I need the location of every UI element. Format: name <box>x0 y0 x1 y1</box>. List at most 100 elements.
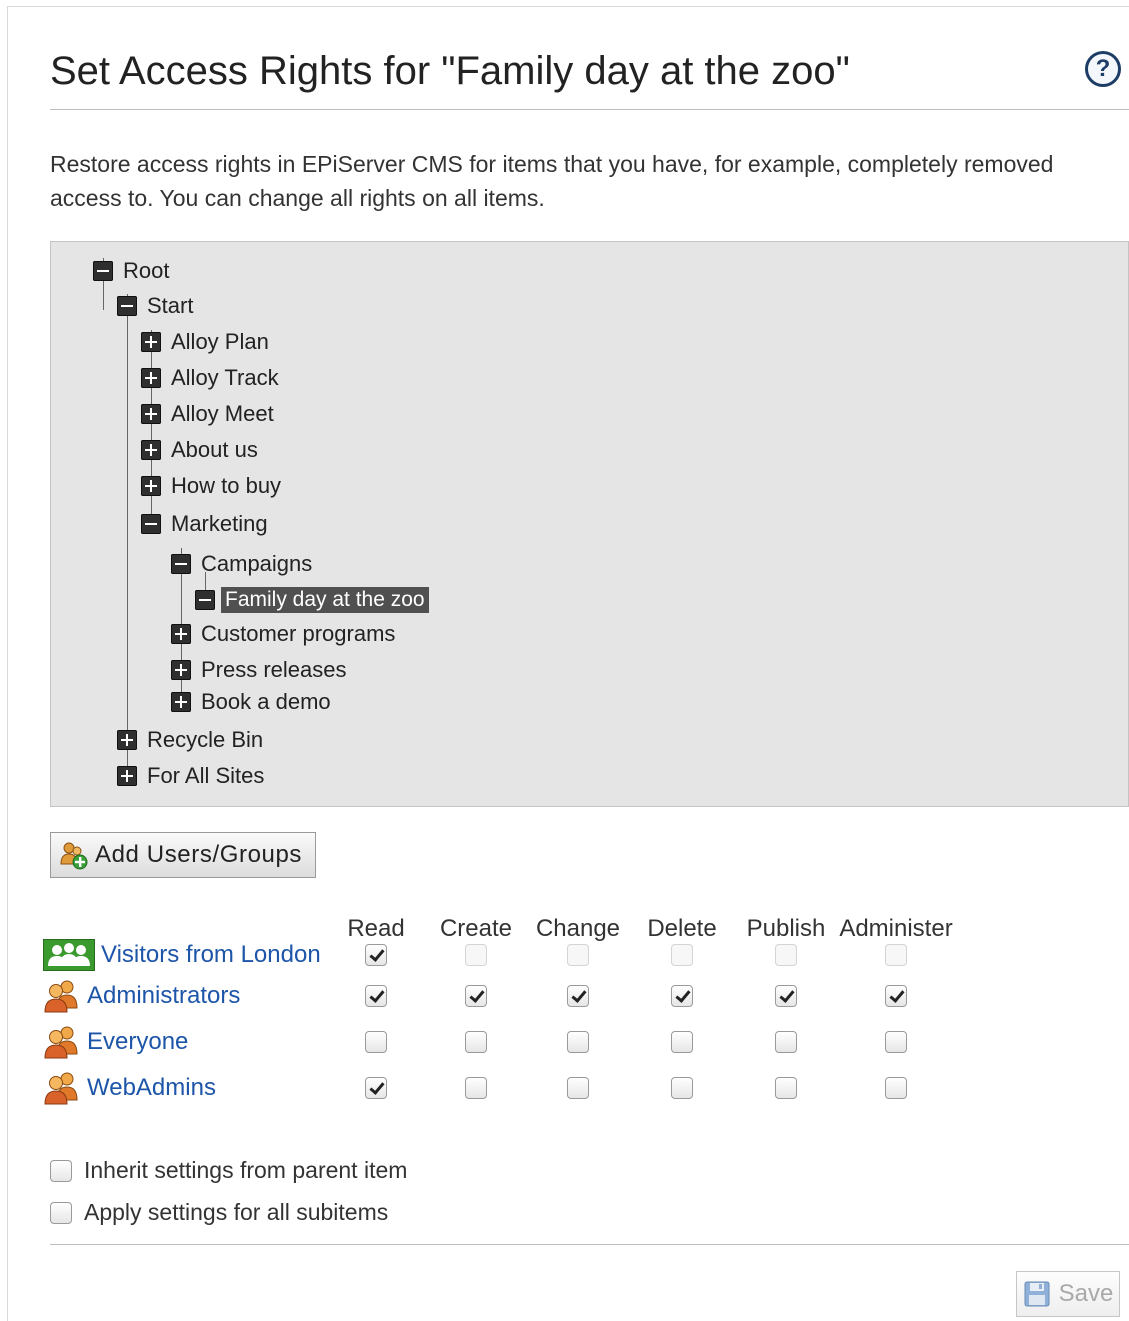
collapse-icon[interactable] <box>171 554 191 574</box>
permission-checkbox-read[interactable] <box>365 985 387 1007</box>
group-name-link[interactable]: Visitors from London <box>101 941 321 969</box>
permission-checkbox-change[interactable] <box>567 1031 589 1053</box>
tree-node-label: Book a demo <box>201 689 331 714</box>
collapse-icon[interactable] <box>93 261 113 281</box>
tree-node-label: Campaigns <box>201 551 313 576</box>
permission-checkbox-delete[interactable] <box>671 1031 693 1053</box>
expand-icon[interactable] <box>171 624 191 644</box>
column-header-administer: Administer <box>839 915 953 942</box>
permission-checkbox-read[interactable] <box>365 1031 387 1053</box>
expand-icon[interactable] <box>141 440 161 460</box>
permission-checkbox-delete[interactable] <box>671 985 693 1007</box>
permission-checkbox-delete[interactable] <box>671 1077 693 1099</box>
group-name-link[interactable]: WebAdmins <box>87 1074 216 1102</box>
column-header-change: Change <box>535 915 621 942</box>
collapse-icon[interactable] <box>195 590 215 610</box>
tree-node-marketing[interactable]: Marketing <box>141 511 268 536</box>
tree-node-alloy-meet[interactable]: Alloy Meet <box>141 401 274 426</box>
tree-node-label: For All Sites <box>147 763 265 788</box>
tree-node-label: Start <box>147 293 194 318</box>
expand-icon[interactable] <box>141 404 161 424</box>
permission-row-visitors-from-london: Visitors from London <box>43 937 321 973</box>
tree-node-how-to-buy[interactable]: How to buy <box>141 473 282 498</box>
page-tree: Root Start Alloy Plan Alloy Track Alloy … <box>50 241 1129 807</box>
tree-node-label: Alloy Track <box>171 365 279 390</box>
expand-icon[interactable] <box>171 692 191 712</box>
permission-checkbox-publish[interactable] <box>775 985 797 1007</box>
page-title: Set Access Rights for "Family day at the… <box>50 49 850 93</box>
apply-subitems-checkbox[interactable] <box>50 1201 72 1224</box>
tree-node-campaigns[interactable]: Campaigns <box>171 551 313 576</box>
tree-node-alloy-track[interactable]: Alloy Track <box>141 365 279 390</box>
tree-node-label: Alloy Meet <box>171 401 274 426</box>
expand-icon[interactable] <box>171 660 191 680</box>
tree-node-label: Alloy Plan <box>171 329 269 354</box>
tree-node-label: About us <box>171 437 258 462</box>
column-header-publish: Publish <box>746 915 826 942</box>
tree-node-label: Root <box>123 258 170 283</box>
apply-subitems-label: Apply settings for all subitems <box>84 1199 389 1225</box>
permission-checkbox-change[interactable] <box>567 985 589 1007</box>
permission-checkbox-create[interactable] <box>465 1077 487 1099</box>
permission-checkbox-read <box>365 944 387 966</box>
collapse-icon[interactable] <box>141 514 161 534</box>
save-button[interactable]: Save <box>1016 1271 1120 1317</box>
permission-checkbox-administer[interactable] <box>885 1077 907 1099</box>
tree-node-label: Customer programs <box>201 621 396 646</box>
permission-row-webadmins: WebAdmins <box>43 1070 216 1106</box>
group-name-link[interactable]: Everyone <box>87 1028 188 1056</box>
permission-row-administrators: Administrators <box>43 978 240 1014</box>
footer-divider <box>50 1244 1129 1245</box>
permission-checkbox-publish[interactable] <box>775 1077 797 1099</box>
tree-node-alloy-plan[interactable]: Alloy Plan <box>141 329 269 354</box>
tree-node-recycle-bin[interactable]: Recycle Bin <box>117 727 264 752</box>
tree-node-book-a-demo[interactable]: Book a demo <box>171 689 331 714</box>
header-divider <box>50 109 1129 110</box>
permission-checkbox-publish <box>775 944 797 966</box>
expand-icon[interactable] <box>141 368 161 388</box>
tree-node-label: Marketing <box>171 511 268 536</box>
add-users-groups-button[interactable]: Add Users/Groups <box>50 832 316 878</box>
permission-checkbox-publish[interactable] <box>775 1031 797 1053</box>
tree-node-for-all-sites[interactable]: For All Sites <box>117 763 265 788</box>
save-label: Save <box>1058 1280 1114 1307</box>
permission-row-everyone: Everyone <box>43 1024 188 1060</box>
collapse-icon[interactable] <box>117 296 137 316</box>
expand-icon[interactable] <box>117 766 137 786</box>
help-icon[interactable]: ? <box>1085 51 1121 87</box>
tree-node-root[interactable]: Root <box>93 258 170 283</box>
permission-checkbox-read[interactable] <box>365 1077 387 1099</box>
user-group-icon <box>44 1072 78 1105</box>
add-users-groups-icon <box>60 842 88 870</box>
tree-node-customer-programs[interactable]: Customer programs <box>171 621 396 646</box>
permission-checkbox-administer[interactable] <box>885 985 907 1007</box>
tree-node-label: Family day at the zoo <box>221 587 429 613</box>
permission-checkbox-create[interactable] <box>465 985 487 1007</box>
inherit-settings-label: Inherit settings from parent item <box>84 1157 408 1183</box>
tree-node-about-us[interactable]: About us <box>141 437 258 462</box>
apply-subitems-option[interactable]: Apply settings for all subitems <box>50 1199 388 1226</box>
permission-checkbox-create[interactable] <box>465 1031 487 1053</box>
permission-checkbox-change[interactable] <box>567 1077 589 1099</box>
group-name-link[interactable]: Administrators <box>87 982 240 1010</box>
tree-node-start[interactable]: Start <box>117 293 194 318</box>
tree-node-press-releases[interactable]: Press releases <box>171 657 347 682</box>
page-description: Restore access rights in EPiServer CMS f… <box>50 151 1054 211</box>
tree-node-label: Recycle Bin <box>147 727 264 752</box>
add-users-groups-label: Add Users/Groups <box>95 841 303 868</box>
column-header-delete: Delete <box>647 915 717 942</box>
tree-node-family-day-at-the-zoo[interactable]: Family day at the zoo <box>195 587 429 613</box>
access-rights-page: Set Access Rights for "Family day at the… <box>7 6 1129 1321</box>
tree-node-label: Press releases <box>201 657 347 682</box>
expand-icon[interactable] <box>141 476 161 496</box>
visitor-group-icon <box>43 939 95 971</box>
user-group-icon <box>44 980 78 1013</box>
inherit-settings-checkbox[interactable] <box>50 1159 72 1182</box>
expand-icon[interactable] <box>141 332 161 352</box>
permission-checkbox-administer[interactable] <box>885 1031 907 1053</box>
tree-node-label: How to buy <box>171 473 282 498</box>
column-header-read: Read <box>347 915 405 942</box>
expand-icon[interactable] <box>117 730 137 750</box>
inherit-settings-option[interactable]: Inherit settings from parent item <box>50 1157 407 1184</box>
user-group-icon <box>44 1026 78 1059</box>
